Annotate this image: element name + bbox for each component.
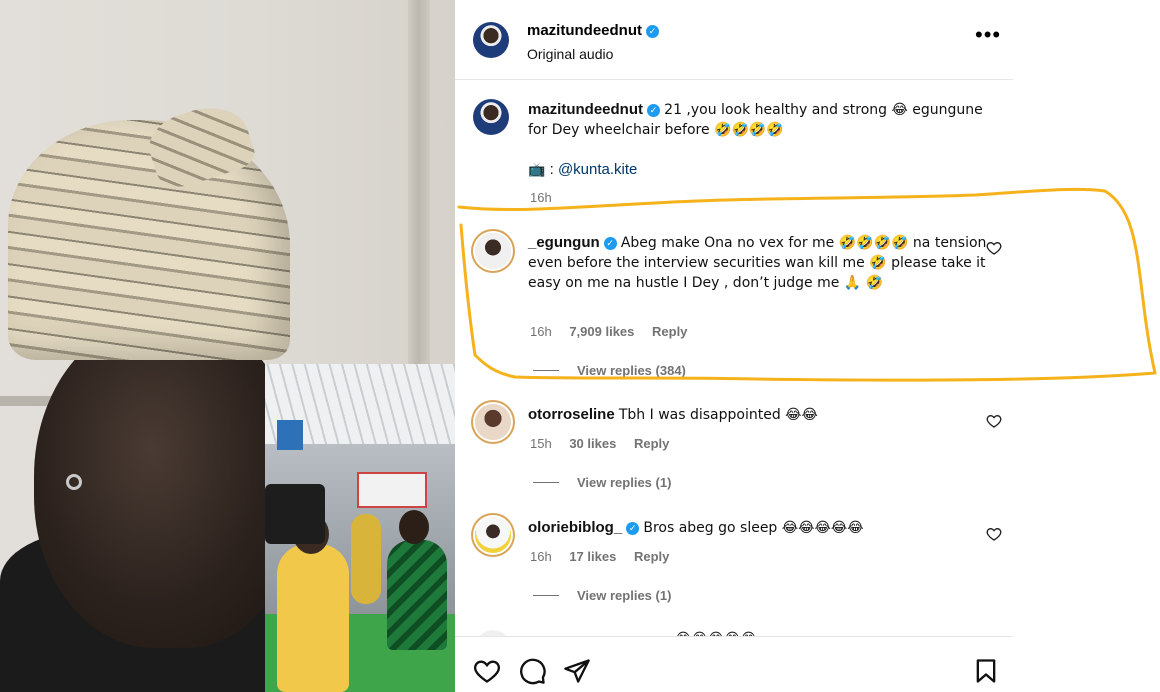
author-username[interactable]: mazitundeednut [527, 22, 642, 39]
caption-text: mazitundeednut ✓ 21 ,you look healthy and… [528, 100, 988, 140]
inset-person-yellow [277, 544, 349, 692]
view-replies-label: View replies (1) [577, 475, 672, 490]
verified-badge-icon: ✓ [646, 25, 659, 38]
view-replies-line [533, 370, 559, 371]
video-inset-clip [265, 364, 455, 692]
video-person-earring [66, 474, 82, 490]
view-replies-button[interactable]: View replies (1) [533, 475, 671, 490]
comment-like-heart-icon[interactable] [986, 413, 1002, 429]
view-replies-line [533, 482, 559, 483]
comment-reply-button[interactable]: Reply [634, 549, 669, 564]
comment-body: Tbh I was disappointed 😂😂 [618, 407, 818, 423]
caption-avatar[interactable] [473, 99, 509, 135]
caption-meta: 16h [530, 190, 566, 205]
comment-likes[interactable]: 30 likes [569, 436, 616, 451]
comment-meta: 15h 30 likes Reply [530, 436, 683, 451]
header-divider [455, 79, 1013, 80]
comment-time[interactable]: 15h [530, 436, 552, 451]
comment-time[interactable]: 16h [530, 324, 552, 339]
verified-badge-icon: ✓ [603, 237, 617, 250]
comment-meta: 16h 17 likes Reply [530, 549, 683, 564]
view-replies-button[interactable]: View replies (384) [533, 363, 686, 378]
verified-badge-icon: ✓ [626, 522, 640, 535]
comment-text: _egungun ✓ Abeg make Ona no vex for me 🤣🤣… [528, 233, 988, 293]
comment-body: Bros abeg go sleep 😂😂😂😂😂 [643, 520, 864, 536]
comment-meta: 16h 7,909 likes Reply [530, 324, 701, 339]
inset-banner [357, 472, 427, 508]
comment-text: oloriebiblog_ ✓ Bros abeg go sleep 😂😂😂😂😂 [528, 518, 988, 538]
heart-icon[interactable] [473, 657, 501, 685]
post-video[interactable] [0, 0, 455, 692]
verified-badge-icon: ✓ [647, 104, 660, 117]
post-action-bar [455, 636, 1013, 692]
audio-label[interactable]: Original audio [527, 46, 613, 62]
comment-text: otorroseline Tbh I was disappointed 😂😂 [528, 405, 988, 425]
page-margin [1015, 0, 1160, 692]
comment-reply-button[interactable]: Reply [634, 436, 669, 451]
credit-separator: : [549, 161, 554, 178]
caption-time[interactable]: 16h [530, 190, 552, 205]
inset-person-background [351, 514, 381, 604]
comment-time[interactable]: 16h [530, 549, 552, 564]
comment-icon[interactable] [519, 657, 547, 685]
caption-username[interactable]: mazitundeednut [528, 101, 643, 118]
view-replies-label: View replies (1) [577, 588, 672, 603]
post-panel: mazitundeednut ✓ Original audio ••• mazit… [455, 0, 1015, 692]
tv-icon: 📺 [528, 162, 546, 178]
comment-avatar[interactable] [475, 233, 511, 269]
comment-like-heart-icon[interactable] [986, 240, 1002, 256]
bookmark-icon[interactable] [972, 657, 1000, 685]
view-replies-button[interactable]: View replies (1) [533, 588, 671, 603]
credit-mention-link[interactable]: @kunta.kite [558, 161, 637, 178]
view-replies-label: View replies (384) [577, 363, 686, 378]
comment-username[interactable]: oloriebiblog_ [528, 519, 622, 536]
inset-camera [265, 484, 325, 544]
view-replies-line [533, 595, 559, 596]
inset-person-green-head [399, 510, 429, 544]
comment-reply-button[interactable]: Reply [652, 324, 687, 339]
inset-screen [277, 420, 303, 450]
author-avatar[interactable] [473, 22, 509, 58]
comment-avatar[interactable] [475, 404, 511, 440]
comment-username[interactable]: otorroseline [528, 406, 615, 423]
share-icon[interactable] [563, 657, 591, 685]
comment-likes[interactable]: 7,909 likes [569, 324, 634, 339]
comment-likes[interactable]: 17 likes [569, 549, 616, 564]
more-options-icon[interactable]: ••• [975, 24, 1001, 46]
author-name[interactable]: mazitundeednut ✓ [527, 22, 659, 39]
inset-person-green-kit [387, 540, 447, 650]
comment-like-heart-icon[interactable] [986, 526, 1002, 542]
caption-credit: 📺 : @kunta.kite [528, 160, 988, 180]
comment-avatar[interactable] [475, 517, 511, 553]
comment-username[interactable]: _egungun [528, 234, 600, 251]
